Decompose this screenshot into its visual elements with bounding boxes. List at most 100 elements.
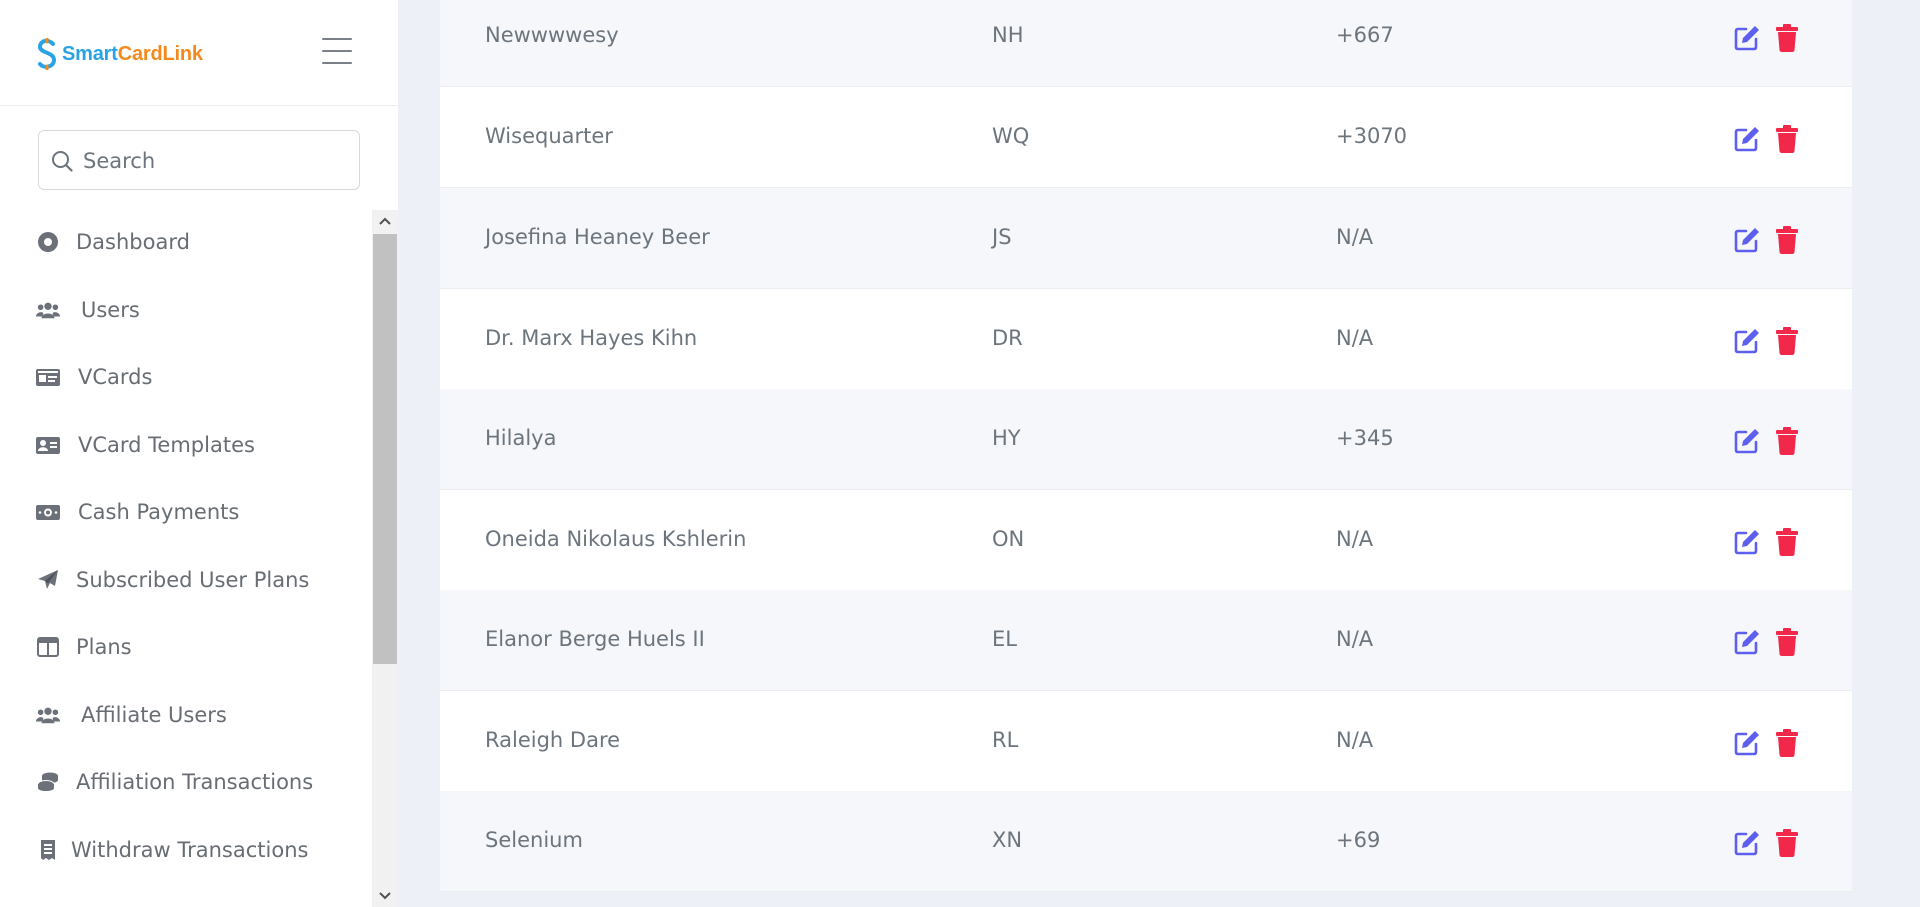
delete-button[interactable] bbox=[1772, 627, 1802, 657]
sidebar-item-withdraw-transactions[interactable]: Withdraw Transactions bbox=[0, 822, 372, 878]
hamburger-bar bbox=[322, 50, 352, 52]
sidebar-item-label: Affiliation Transactions bbox=[76, 770, 314, 794]
sidebar-item-label: VCard Templates bbox=[78, 433, 255, 457]
edit-button[interactable] bbox=[1732, 426, 1762, 456]
table-row: Dr. Marx Hayes Kihn DR N/A bbox=[440, 289, 1852, 390]
sidebar-item-label: Subscribed User Plans bbox=[76, 568, 310, 592]
delete-button[interactable] bbox=[1772, 527, 1802, 557]
sidebar-item-label: Cash Payments bbox=[78, 500, 240, 524]
row-phone: N/A bbox=[1336, 326, 1374, 350]
edit-button[interactable] bbox=[1732, 527, 1762, 557]
sidebar-item-vcard-templates[interactable]: VCard Templates bbox=[0, 417, 372, 473]
sidebar: SmartCardLink Dashboard Users bbox=[0, 0, 398, 907]
sidebar-item-label: Users bbox=[81, 298, 140, 322]
scroll-up-button[interactable] bbox=[372, 210, 398, 232]
edit-icon bbox=[1734, 127, 1759, 152]
sidebar-scrollbar[interactable] bbox=[372, 210, 398, 907]
trash-icon bbox=[1776, 628, 1798, 656]
logo-mark-icon bbox=[37, 38, 57, 70]
hamburger-bar bbox=[322, 38, 352, 40]
logo-text-part2: CardLink bbox=[117, 42, 203, 65]
chevron-up-icon bbox=[379, 217, 391, 225]
trash-icon bbox=[1776, 125, 1798, 153]
row-actions bbox=[1732, 527, 1812, 557]
receipt-icon bbox=[36, 839, 60, 861]
sidebar-item-affiliation-transactions[interactable]: Affiliation Transactions bbox=[0, 754, 372, 810]
sidebar-item-cash-payments[interactable]: Cash Payments bbox=[0, 484, 372, 540]
sidebar-item-affiliate-users[interactable]: Affiliate Users bbox=[0, 687, 372, 743]
row-phone: N/A bbox=[1336, 527, 1374, 551]
trash-icon bbox=[1776, 226, 1798, 254]
edit-icon bbox=[1734, 228, 1759, 253]
delete-button[interactable] bbox=[1772, 728, 1802, 758]
edit-icon bbox=[1734, 831, 1759, 856]
row-phone: +3070 bbox=[1336, 124, 1408, 148]
dashboard-icon bbox=[36, 231, 60, 253]
vcards-icon bbox=[36, 366, 60, 388]
table-row: Selenium XN +69 bbox=[440, 791, 1852, 892]
row-actions bbox=[1732, 728, 1812, 758]
delete-button[interactable] bbox=[1772, 828, 1802, 858]
row-name: Dr. Marx Hayes Kihn bbox=[485, 326, 698, 350]
edit-icon bbox=[1734, 329, 1759, 354]
row-name: Raleigh Dare bbox=[485, 728, 621, 752]
sidebar-item-label: Withdraw Transactions bbox=[71, 838, 309, 862]
sidebar-menu: Dashboard Users VCards VCard Templates C… bbox=[0, 210, 372, 907]
search-input[interactable] bbox=[83, 145, 343, 177]
edit-button[interactable] bbox=[1732, 728, 1762, 758]
edit-button[interactable] bbox=[1732, 627, 1762, 657]
sidebar-item-label: Affiliate Users bbox=[81, 703, 227, 727]
app-logo[interactable]: SmartCardLink bbox=[36, 38, 203, 70]
table-row: Hilalya HY +345 bbox=[440, 389, 1852, 490]
row-phone: N/A bbox=[1336, 728, 1374, 752]
row-name: Selenium bbox=[485, 828, 583, 852]
sidebar-item-plans[interactable]: Plans bbox=[0, 619, 372, 675]
row-code: NH bbox=[992, 23, 1024, 47]
row-actions bbox=[1732, 23, 1812, 53]
row-code: JS bbox=[992, 225, 1012, 249]
plans-icon bbox=[36, 636, 60, 658]
table-row: Newwwwesy NH +667 bbox=[440, 0, 1852, 87]
edit-button[interactable] bbox=[1732, 828, 1762, 858]
scrollbar-thumb[interactable] bbox=[373, 234, 397, 664]
row-actions bbox=[1732, 124, 1812, 154]
row-actions bbox=[1732, 627, 1812, 657]
row-code: RL bbox=[992, 728, 1019, 752]
menu-toggle-button[interactable] bbox=[322, 38, 352, 66]
logo-text: SmartCardLink bbox=[62, 43, 203, 66]
coins-icon bbox=[36, 771, 60, 793]
edit-button[interactable] bbox=[1732, 124, 1762, 154]
delete-button[interactable] bbox=[1772, 225, 1802, 255]
search-box bbox=[38, 130, 360, 190]
row-phone: +345 bbox=[1336, 426, 1394, 450]
row-code: XN bbox=[992, 828, 1023, 852]
sidebar-item-label: VCards bbox=[78, 365, 153, 389]
edit-icon bbox=[1734, 26, 1759, 51]
row-code: ON bbox=[992, 527, 1025, 551]
row-phone: N/A bbox=[1336, 627, 1374, 651]
sidebar-item-label: Plans bbox=[76, 635, 132, 659]
row-actions bbox=[1732, 426, 1812, 456]
sidebar-item-dashboard[interactable]: Dashboard bbox=[0, 214, 372, 270]
delete-button[interactable] bbox=[1772, 124, 1802, 154]
row-name: Wisequarter bbox=[485, 124, 613, 148]
delete-button[interactable] bbox=[1772, 326, 1802, 356]
hamburger-bar bbox=[322, 62, 352, 64]
sidebar-item-users[interactable]: Users bbox=[0, 282, 372, 338]
delete-button[interactable] bbox=[1772, 426, 1802, 456]
row-code: HY bbox=[992, 426, 1021, 450]
trash-icon bbox=[1776, 327, 1798, 355]
search-icon bbox=[52, 151, 73, 172]
sidebar-item-vcards[interactable]: VCards bbox=[0, 349, 372, 405]
edit-button[interactable] bbox=[1732, 225, 1762, 255]
row-phone: N/A bbox=[1336, 225, 1374, 249]
sidebar-item-label: Dashboard bbox=[76, 230, 190, 254]
edit-icon bbox=[1734, 731, 1759, 756]
scroll-down-button[interactable] bbox=[372, 885, 398, 907]
edit-button[interactable] bbox=[1732, 23, 1762, 53]
edit-button[interactable] bbox=[1732, 326, 1762, 356]
delete-button[interactable] bbox=[1772, 23, 1802, 53]
sidebar-item-subscribed-user-plans[interactable]: Subscribed User Plans bbox=[0, 552, 372, 608]
row-name: Oneida Nikolaus Kshlerin bbox=[485, 527, 747, 551]
table-row: Elanor Berge Huels II EL N/A bbox=[440, 590, 1852, 691]
